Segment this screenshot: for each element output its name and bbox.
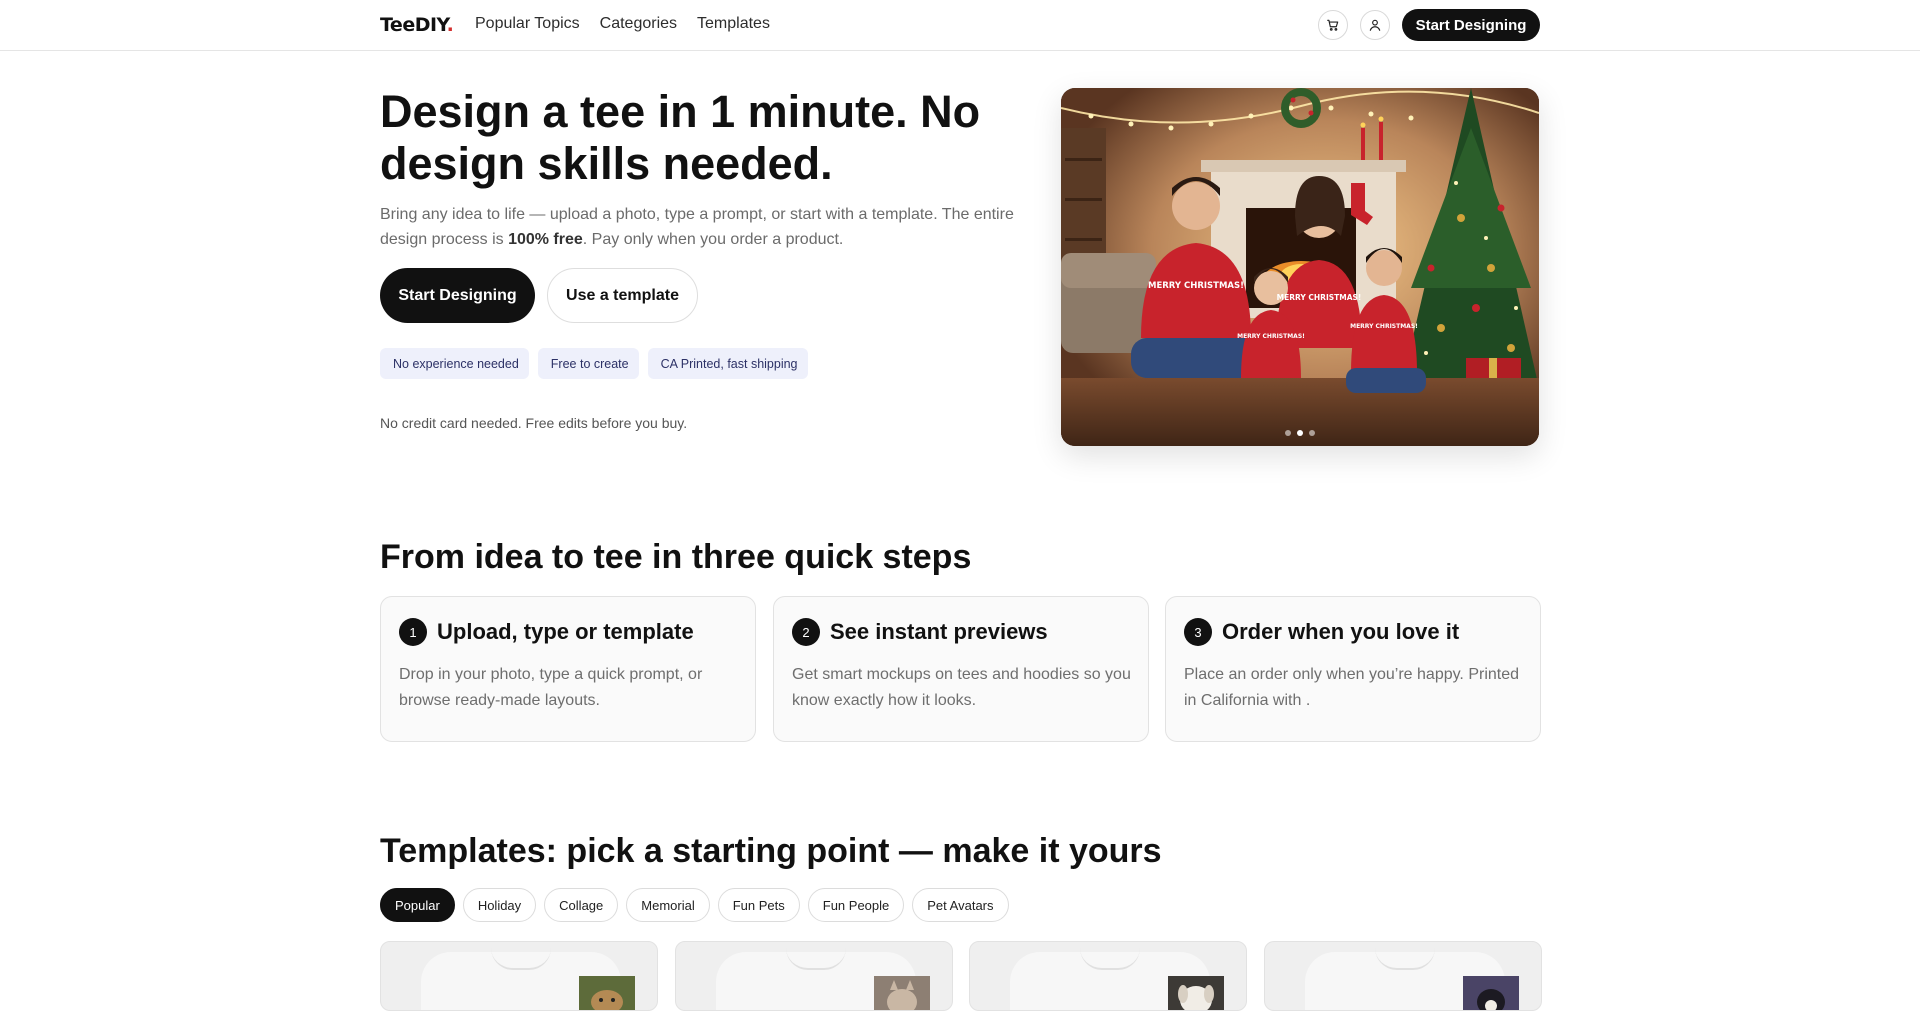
chip-collage[interactable]: Collage <box>544 888 619 922</box>
nav-link-templates[interactable]: Templates <box>697 15 770 33</box>
hero-carousel[interactable]: MERRY CHRISTMAS! MERRY CHRISTMAS! MERRY … <box>1061 88 1539 446</box>
step-card-3: 3 Order when you love it Place an order … <box>1165 596 1541 742</box>
hero-subtitle: Bring any idea to life — upload a photo,… <box>380 202 1020 252</box>
hero-subtitle-part-2: . Pay only when you order a product. <box>582 231 844 248</box>
badge-label: No experience needed <box>393 356 519 371</box>
step-title: See instant previews <box>830 619 1048 644</box>
logo-accent: . <box>446 14 454 36</box>
chip-fun-people[interactable]: Fun People <box>807 888 905 922</box>
badge-ca-printed: CA Printed, fast shipping <box>647 348 808 379</box>
logo[interactable]: TeeDIY. <box>380 14 454 36</box>
cart-button[interactable] <box>1318 10 1348 40</box>
template-thumbnail-dog <box>1168 976 1224 1010</box>
shirt-print-girl: MERRY CHRISTMAS! <box>1237 333 1305 340</box>
template-filter-chips: Popular Holiday Collage Memorial Fun Pet… <box>380 888 1009 922</box>
step-description: Drop in your photo, type a quick prompt,… <box>399 666 703 709</box>
badge-label: CA Printed, fast shipping <box>660 356 798 371</box>
use-template-button[interactable]: Use a template <box>547 268 698 323</box>
template-card[interactable] <box>675 941 953 1011</box>
chip-fun-pets[interactable]: Fun Pets <box>717 888 800 922</box>
badge-label: Free to create <box>550 356 629 371</box>
nav-links: Popular Topics Categories Templates <box>475 15 770 33</box>
nav-link-categories[interactable]: Categories <box>600 15 677 33</box>
step-description: Get smart mockups on tees and hoodies so… <box>792 666 1131 709</box>
step-number: 2 <box>792 618 820 646</box>
feature-badges: No experience needed Free to create CA P… <box>380 348 808 379</box>
hero-family-photo: MERRY CHRISTMAS! MERRY CHRISTMAS! MERRY … <box>1061 88 1539 446</box>
step-title: Upload, type or template <box>437 619 694 644</box>
step-description: Place an order only when you’re happy. P… <box>1184 666 1520 709</box>
shirt-print-dad: MERRY CHRISTMAS! <box>1148 281 1244 291</box>
user-icon <box>1369 19 1381 31</box>
account-button[interactable] <box>1360 10 1390 40</box>
steps-section-title: From idea to tee in three quick steps <box>380 538 972 576</box>
templates-section-title: Templates: pick a starting point — make … <box>380 832 1162 870</box>
step-title: Order when you love it <box>1222 619 1460 644</box>
shirt-print-mom: MERRY CHRISTMAS! <box>1277 293 1362 302</box>
step-card-1: 1 Upload, type or template Drop in your … <box>380 596 756 742</box>
chip-popular[interactable]: Popular <box>380 888 455 922</box>
chip-pet-avatars[interactable]: Pet Avatars <box>912 888 1009 922</box>
top-navigation: TeeDIY. Popular Topics Categories Templa… <box>0 0 1920 51</box>
logo-text: TeeDIY <box>380 14 447 36</box>
template-card[interactable] <box>380 941 658 1011</box>
chip-holiday[interactable]: Holiday <box>462 888 537 922</box>
shirt-print-boy: MERRY CHRISTMAS! <box>1350 323 1418 330</box>
nav-link-popular-topics[interactable]: Popular Topics <box>475 15 580 33</box>
hero-note: No credit card needed. Free edits before… <box>380 415 688 431</box>
carousel-dot-2[interactable] <box>1297 430 1303 436</box>
carousel-dot-3[interactable] <box>1309 430 1315 436</box>
step-number: 3 <box>1184 618 1212 646</box>
template-thumbnail-kitten <box>874 976 930 1010</box>
step-card-2: 2 See instant previews Get smart mockups… <box>773 596 1149 742</box>
template-card[interactable] <box>969 941 1247 1011</box>
carousel-dots <box>1061 430 1539 436</box>
badge-free-to-create: Free to create <box>537 348 639 379</box>
nav-start-designing-button[interactable]: Start Designing <box>1402 9 1540 41</box>
hero-start-designing-button[interactable]: Start Designing <box>380 268 535 323</box>
cart-icon <box>1327 19 1339 31</box>
carousel-dot-1[interactable] <box>1285 430 1291 436</box>
template-thumbnail-cat <box>579 976 635 1010</box>
hero-title: Design a tee in 1 minute. No design skil… <box>380 86 981 189</box>
template-card[interactable] <box>1264 941 1542 1011</box>
template-thumbnail-puppy <box>1463 976 1519 1010</box>
badge-no-experience: No experience needed <box>380 348 529 379</box>
chip-memorial[interactable]: Memorial <box>626 888 710 922</box>
step-number: 1 <box>399 618 427 646</box>
hero-subtitle-bold: 100% free <box>508 231 583 248</box>
